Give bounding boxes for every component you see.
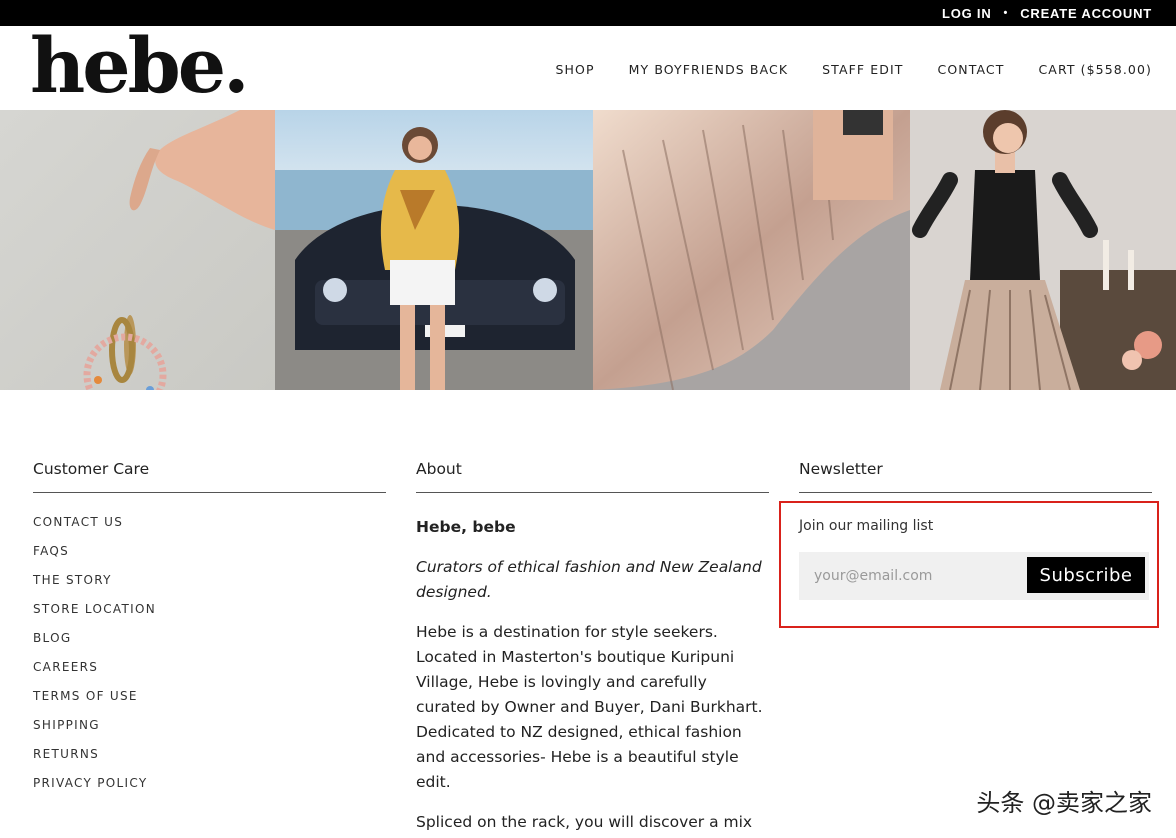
email-input[interactable] xyxy=(799,552,1027,600)
nav-cart[interactable]: CART ($558.00) xyxy=(1038,62,1152,77)
about-heading: Hebe, bebe xyxy=(416,518,516,536)
link-privacy-policy[interactable]: PRIVACY POLICY xyxy=(33,776,386,805)
link-returns[interactable]: RETURNS xyxy=(33,747,386,776)
link-store-location[interactable]: STORE LOCATION xyxy=(33,602,386,631)
customer-care-title: Customer Care xyxy=(33,460,386,493)
instagram-gallery xyxy=(0,110,1176,390)
email-field-container: Subscribe xyxy=(799,552,1149,600)
main-nav: SHOP MY BOYFRIENDS BACK STAFF EDIT CONTA… xyxy=(556,62,1153,77)
nav-contact[interactable]: CONTACT xyxy=(938,62,1005,77)
about-paragraph-2: Spliced on the rack, you will discover a… xyxy=(416,813,753,831)
link-shipping[interactable]: SHIPPING xyxy=(33,718,386,747)
link-terms-of-use[interactable]: TERMS OF USE xyxy=(33,689,386,718)
nav-shop[interactable]: SHOP xyxy=(556,62,595,77)
gallery-image-car[interactable] xyxy=(275,110,593,390)
link-contact-us[interactable]: CONTACT US xyxy=(33,515,386,544)
customer-care-links: CONTACT US FAQS THE STORY STORE LOCATION… xyxy=(33,515,386,805)
about-tagline: Curators of ethical fashion and New Zeal… xyxy=(416,558,762,601)
gallery-image-feather-top[interactable] xyxy=(910,110,1176,390)
watermark-text: 头条 @卖家之家 xyxy=(976,789,1152,817)
customer-care-section: Customer Care CONTACT US FAQS THE STORY … xyxy=(33,460,386,805)
newsletter-section: Newsletter xyxy=(799,460,1152,493)
site-logo[interactable]: hebe. xyxy=(30,28,250,104)
account-links: LOG IN • CREATE ACCOUNT xyxy=(942,0,1152,26)
create-account-link[interactable]: CREATE ACCOUNT xyxy=(1020,6,1152,21)
gallery-image-skirt[interactable] xyxy=(593,110,910,390)
about-section: About Hebe, bebe Curators of ethical fas… xyxy=(416,460,769,838)
subscribe-button[interactable]: Subscribe xyxy=(1027,557,1145,593)
about-title: About xyxy=(416,460,769,493)
link-separator: • xyxy=(1003,7,1009,19)
link-blog[interactable]: BLOG xyxy=(33,631,386,660)
newsletter-title: Newsletter xyxy=(799,460,1152,493)
login-link[interactable]: LOG IN xyxy=(942,6,992,21)
about-paragraph: Hebe is a destination for style seekers.… xyxy=(416,623,763,791)
link-careers[interactable]: CAREERS xyxy=(33,660,386,689)
newsletter-label: Join our mailing list xyxy=(799,518,934,534)
nav-my-boyfriends-back[interactable]: MY BOYFRIENDS BACK xyxy=(629,62,789,77)
gallery-image-bracelet[interactable] xyxy=(0,110,275,390)
link-faqs[interactable]: FAQS xyxy=(33,544,386,573)
site-header: hebe. SHOP MY BOYFRIENDS BACK STAFF EDIT… xyxy=(0,26,1176,110)
nav-staff-edit[interactable]: STAFF EDIT xyxy=(822,62,903,77)
newsletter-signup-box: Join our mailing list Subscribe xyxy=(779,501,1159,628)
about-body: Hebe, bebe Curators of ethical fashion a… xyxy=(416,515,771,835)
link-the-story[interactable]: THE STORY xyxy=(33,573,386,602)
